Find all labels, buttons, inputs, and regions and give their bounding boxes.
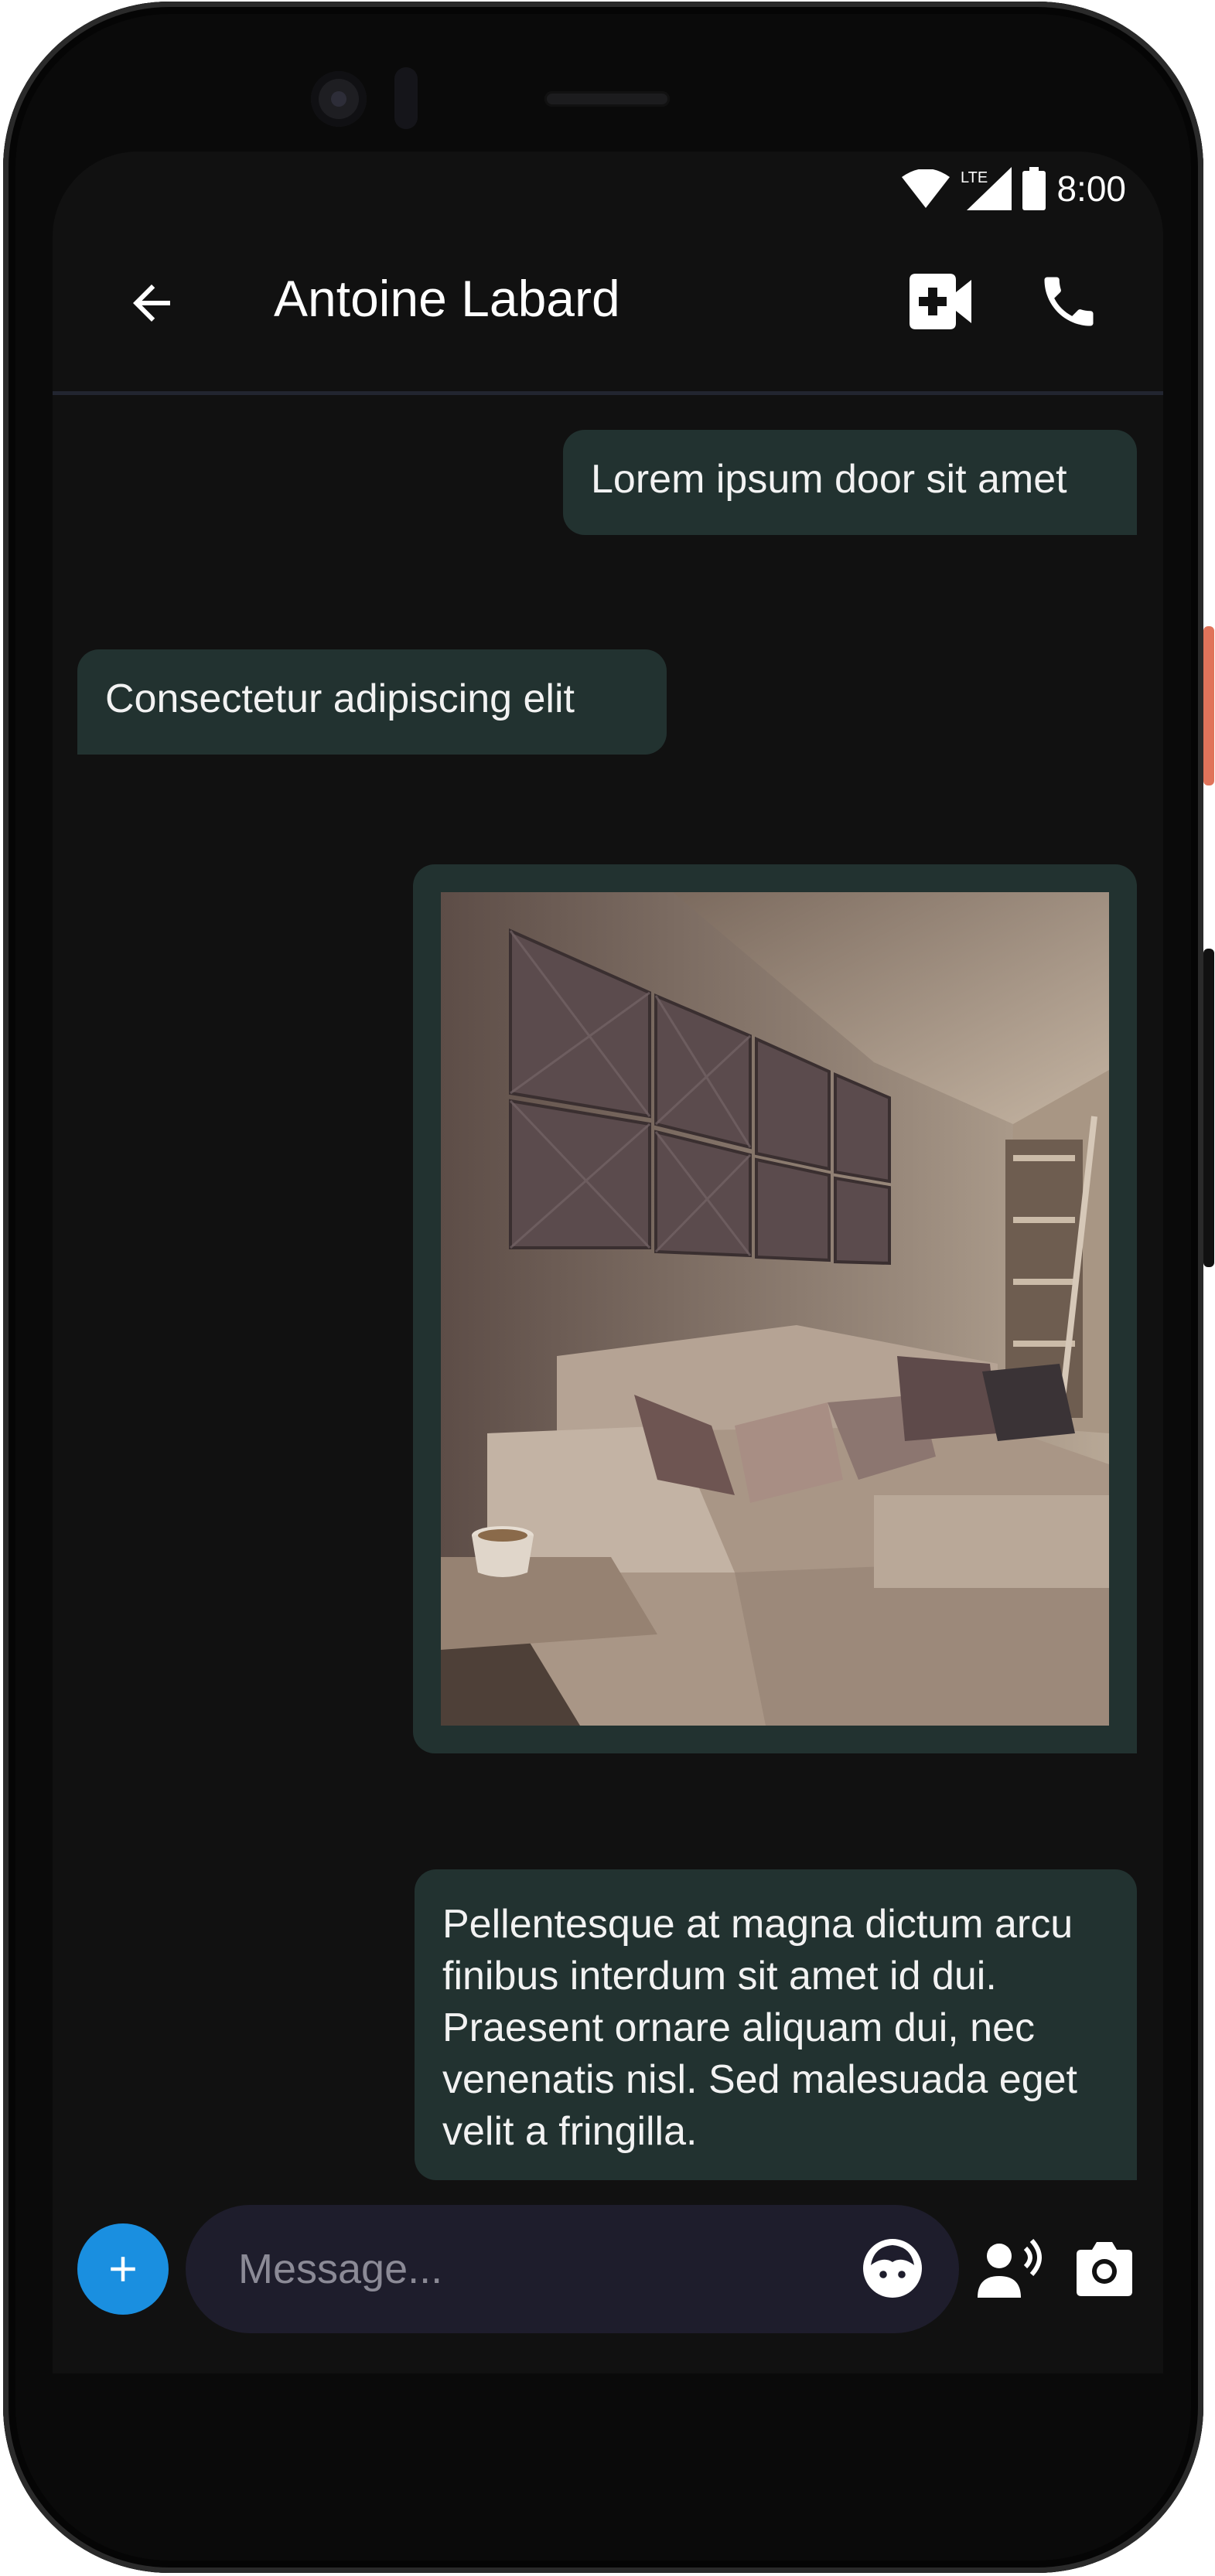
signal-icon: LTE [961, 167, 1012, 210]
status-icons: LTE 8:00 [902, 167, 1126, 210]
message-input[interactable] [237, 2239, 797, 2299]
living-room-sofa-photo[interactable] [441, 892, 1109, 1726]
add-attachment-button[interactable] [77, 2223, 169, 2315]
message-text: Consectetur adipiscing elit [105, 676, 575, 721]
volume-button [1203, 949, 1214, 1267]
message-text: Lorem ipsum door sit amet [591, 457, 1067, 502]
message-input-container [186, 2205, 959, 2333]
status-clock: 8:00 [1056, 169, 1126, 209]
phone-icon[interactable] [1036, 269, 1101, 334]
contact-name[interactable]: Antoine Labard [274, 269, 620, 328]
app-bar: Antoine Labard [53, 221, 1163, 387]
screen: LTE 8:00 Antoine Labard Lorem ipsum door… [53, 152, 1163, 2373]
front-camera [311, 71, 367, 127]
plus-icon [111, 2257, 135, 2281]
wifi-icon [902, 169, 950, 208]
message-text: Pellentesque at magna dictum arcu finibu… [442, 1902, 1077, 2154]
voice-input-icon[interactable] [978, 2239, 1046, 2301]
message-outgoing[interactable]: Pellentesque at magna dictum arcu finibu… [415, 1869, 1137, 2180]
message-composer [53, 2205, 1163, 2336]
earpiece-speaker [544, 91, 670, 107]
battery-icon [1022, 167, 1046, 210]
proximity-sensor [394, 67, 418, 129]
message-image-outgoing[interactable] [413, 864, 1137, 1753]
message-outgoing[interactable]: Lorem ipsum door sit amet [563, 430, 1137, 535]
camera-icon[interactable] [1073, 2239, 1135, 2301]
power-button [1203, 626, 1214, 785]
header-divider [53, 391, 1163, 395]
phone-frame: LTE 8:00 Antoine Labard Lorem ipsum door… [3, 2, 1214, 2573]
network-label: LTE [961, 169, 988, 186]
status-bar: LTE 8:00 [53, 152, 1163, 221]
arrow-back-icon[interactable] [124, 275, 179, 331]
video-call-icon[interactable] [910, 274, 971, 329]
emoji-face-icon[interactable] [862, 2237, 923, 2299]
message-incoming[interactable]: Consectetur adipiscing elit [77, 649, 667, 755]
